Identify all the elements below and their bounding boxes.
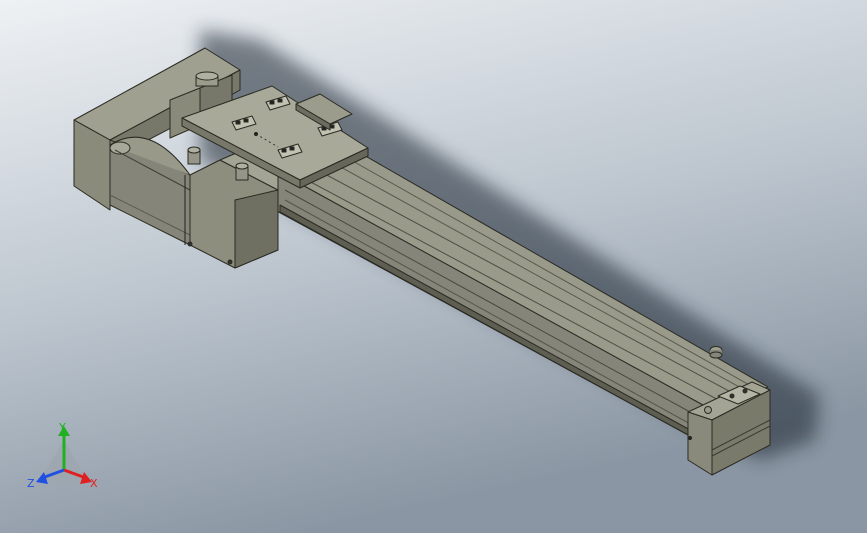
- rail-screw: [709, 346, 723, 359]
- triad-label-z: Z: [27, 477, 35, 490]
- triad-label-x: X: [90, 477, 98, 490]
- triad-label-y: Y: [58, 421, 66, 434]
- cad-viewport[interactable]: Y X Z: [0, 0, 867, 533]
